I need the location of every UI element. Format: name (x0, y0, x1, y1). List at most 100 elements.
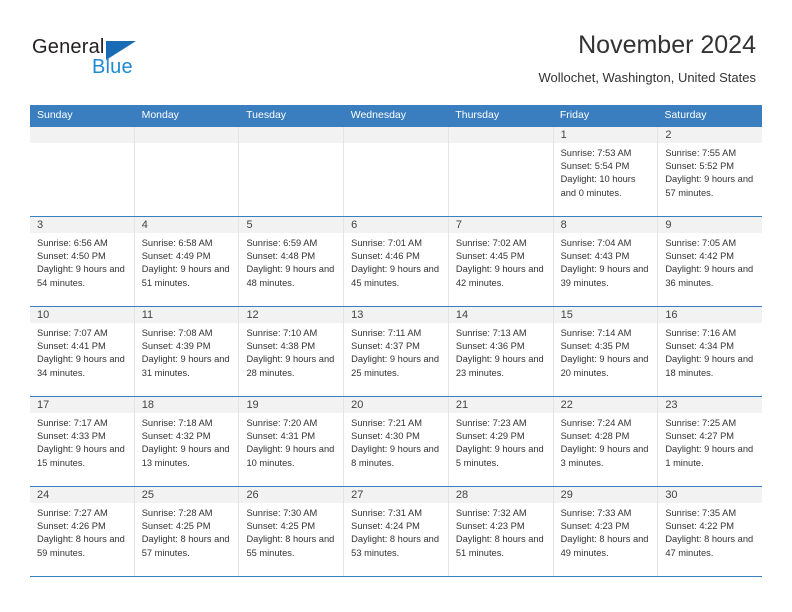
day-sun-info: Sunrise: 7:18 AM Sunset: 4:32 PM Daylight:… (135, 413, 239, 470)
daylight-text: Daylight: 9 hours and 28 minutes. (246, 354, 335, 378)
calendar-week-row: 10 Sunrise: 7:07 AM Sunset: 4:41 PM Dayligh… (30, 306, 763, 396)
day-sun-info: Sunrise: 7:31 AM Sunset: 4:24 PM Daylight:… (344, 503, 448, 560)
day-sun-info: Sunrise: 7:30 AM Sunset: 4:25 PM Daylight:… (239, 503, 343, 560)
daylight-text: Daylight: 8 hours and 57 minutes. (141, 534, 230, 558)
daylight-text: Daylight: 9 hours and 13 minutes. (141, 444, 230, 468)
day-number: 1 (553, 127, 658, 143)
day-number (30, 127, 134, 143)
weekday-header-sunday: Sunday (37, 109, 73, 121)
day-cell[interactable]: 24 Sunrise: 7:27 AM Sunset: 4:26 PM Dayligh… (30, 487, 135, 576)
day-sun-info: Sunrise: 7:01 AM Sunset: 4:46 PM Daylight:… (344, 233, 448, 290)
sunrise-text: Sunrise: 7:18 AM (141, 418, 213, 428)
daylight-text: Daylight: 9 hours and 39 minutes. (560, 264, 649, 288)
day-cell[interactable]: 14 Sunrise: 7:13 AM Sunset: 4:36 PM Dayligh… (448, 307, 554, 396)
day-number (344, 127, 448, 143)
weekday-header-saturday: Saturday (664, 109, 707, 121)
day-sun-info: Sunrise: 7:20 AM Sunset: 4:31 PM Daylight:… (239, 413, 343, 470)
day-cell[interactable]: 3 Sunrise: 6:56 AM Sunset: 4:50 PM Daylight… (30, 217, 135, 306)
sunrise-text: Sunrise: 7:32 AM (455, 508, 527, 518)
day-cell[interactable]: 30 Sunrise: 7:35 AM Sunset: 4:22 PM Dayligh… (658, 487, 763, 576)
day-cell[interactable]: 11 Sunrise: 7:08 AM Sunset: 4:39 PM Dayligh… (134, 307, 240, 396)
daylight-text: Daylight: 10 hours and 0 minutes. (560, 174, 636, 198)
day-sun-info: Sunrise: 7:28 AM Sunset: 4:25 PM Daylight:… (135, 503, 239, 560)
day-cell[interactable]: 15 Sunrise: 7:14 AM Sunset: 4:35 PM Dayligh… (553, 307, 659, 396)
day-cell[interactable]: 20 Sunrise: 7:21 AM Sunset: 4:30 PM Dayligh… (344, 397, 449, 486)
daylight-text: Daylight: 9 hours and 36 minutes. (665, 264, 754, 288)
weekday-header-tuesday: Tuesday (246, 109, 287, 121)
day-cell[interactable]: 13 Sunrise: 7:11 AM Sunset: 4:37 PM Dayligh… (344, 307, 449, 396)
day-cell[interactable]: 22 Sunrise: 7:24 AM Sunset: 4:28 PM Dayligh… (553, 397, 659, 486)
day-sun-info: Sunrise: 6:56 AM Sunset: 4:50 PM Daylight:… (30, 233, 134, 290)
sunrise-text: Sunrise: 7:02 AM (455, 238, 527, 248)
sunrise-text: Sunrise: 7:04 AM (560, 238, 632, 248)
logo-text-blue: Blue (92, 56, 133, 78)
day-sun-info: Sunrise: 7:13 AM Sunset: 4:36 PM Daylight:… (449, 323, 553, 380)
day-cell[interactable]: 17 Sunrise: 7:17 AM Sunset: 4:33 PM Dayligh… (30, 397, 135, 486)
sunset-text: Sunset: 4:28 PM (560, 431, 630, 442)
sunrise-text: Sunrise: 7:23 AM (455, 418, 527, 428)
day-cell[interactable]: 2 Sunrise: 7:55 AM Sunset: 5:52 PM Daylight… (658, 127, 763, 216)
day-cell[interactable]: 7 Sunrise: 7:02 AM Sunset: 4:45 PM Daylight… (448, 217, 554, 306)
day-number: 18 (134, 397, 239, 413)
daylight-text: Daylight: 9 hours and 42 minutes. (455, 264, 544, 288)
day-cell[interactable]: 1 Sunrise: 7:53 AM Sunset: 5:54 PM Daylight… (553, 127, 659, 216)
day-number: 3 (30, 217, 134, 233)
sunrise-text: Sunrise: 7:07 AM (37, 328, 108, 338)
calendar-page: General Blue November 2024 Wollochet, Wa… (0, 0, 792, 612)
sunset-text: Sunset: 4:33 PM (37, 431, 106, 442)
day-number: 23 (658, 397, 763, 413)
daylight-text: Daylight: 9 hours and 45 minutes. (351, 264, 440, 288)
sunset-text: Sunset: 4:26 PM (37, 521, 106, 532)
day-cell[interactable]: 9 Sunrise: 7:05 AM Sunset: 4:42 PM Daylight… (658, 217, 763, 306)
sunset-text: Sunset: 4:23 PM (560, 521, 630, 532)
day-cell[interactable]: 25 Sunrise: 7:28 AM Sunset: 4:25 PM Dayligh… (134, 487, 240, 576)
day-sun-info: Sunrise: 6:59 AM Sunset: 4:48 PM Daylight:… (239, 233, 343, 290)
day-cell[interactable]: 4 Sunrise: 6:58 AM Sunset: 4:49 PM Daylight… (134, 217, 240, 306)
daylight-text: Daylight: 9 hours and 31 minutes. (141, 354, 230, 378)
day-cell[interactable]: 8 Sunrise: 7:04 AM Sunset: 4:43 PM Daylight… (553, 217, 659, 306)
day-number: 14 (448, 307, 553, 323)
sunset-text: Sunset: 5:52 PM (665, 161, 735, 172)
day-cell[interactable]: 21 Sunrise: 7:23 AM Sunset: 4:29 PM Dayligh… (448, 397, 554, 486)
daylight-text: Daylight: 9 hours and 25 minutes. (351, 354, 440, 378)
day-cell[interactable]: 27 Sunrise: 7:31 AM Sunset: 4:24 PM Dayligh… (344, 487, 449, 576)
generalblue-logo[interactable]: General Blue (32, 36, 212, 86)
title-block: November 2024 Wollochet, Washington, Uni… (538, 30, 756, 88)
sunset-text: Sunset: 4:48 PM (246, 251, 316, 262)
day-sun-info: Sunrise: 7:05 AM Sunset: 4:42 PM Daylight:… (658, 233, 762, 290)
day-cell[interactable]: 19 Sunrise: 7:20 AM Sunset: 4:31 PM Dayligh… (239, 397, 345, 486)
sunset-text: Sunset: 5:54 PM (560, 161, 630, 172)
day-number: 15 (553, 307, 658, 323)
day-sun-info: Sunrise: 7:35 AM Sunset: 4:22 PM Daylight:… (658, 503, 762, 560)
sunset-text: Sunset: 4:27 PM (665, 431, 735, 442)
sunset-text: Sunset: 4:45 PM (455, 251, 525, 262)
sunset-text: Sunset: 4:49 PM (141, 251, 211, 262)
day-cell[interactable]: 29 Sunrise: 7:33 AM Sunset: 4:23 PM Dayligh… (553, 487, 659, 576)
day-cell[interactable]: 28 Sunrise: 7:32 AM Sunset: 4:23 PM Dayligh… (448, 487, 554, 576)
day-cell[interactable]: 6 Sunrise: 7:01 AM Sunset: 4:46 PM Daylight… (344, 217, 449, 306)
day-cell-empty (344, 127, 449, 216)
day-cell[interactable]: 12 Sunrise: 7:10 AM Sunset: 4:38 PM Dayligh… (239, 307, 345, 396)
sunset-text: Sunset: 4:41 PM (37, 341, 106, 352)
daylight-text: Daylight: 9 hours and 23 minutes. (455, 354, 544, 378)
day-cell[interactable]: 5 Sunrise: 6:59 AM Sunset: 4:48 PM Daylight… (239, 217, 345, 306)
day-number: 7 (448, 217, 553, 233)
sunrise-text: Sunrise: 7:30 AM (246, 508, 318, 518)
day-cell[interactable]: 18 Sunrise: 7:18 AM Sunset: 4:32 PM Dayligh… (134, 397, 240, 486)
day-number: 29 (553, 487, 658, 503)
sunrise-text: Sunrise: 7:55 AM (665, 148, 737, 158)
daylight-text: Daylight: 9 hours and 3 minutes. (560, 444, 649, 468)
sunrise-text: Sunrise: 6:56 AM (37, 238, 108, 248)
page-title: November 2024 (578, 31, 756, 59)
day-number: 2 (658, 127, 763, 143)
day-cell[interactable]: 16 Sunrise: 7:16 AM Sunset: 4:34 PM Dayligh… (658, 307, 763, 396)
day-number (239, 127, 344, 143)
day-cell[interactable]: 23 Sunrise: 7:25 AM Sunset: 4:27 PM Dayligh… (658, 397, 763, 486)
day-cell[interactable]: 26 Sunrise: 7:30 AM Sunset: 4:25 PM Dayligh… (239, 487, 345, 576)
daylight-text: Daylight: 9 hours and 1 minute. (665, 444, 754, 468)
day-number: 20 (344, 397, 448, 413)
day-cell-empty (30, 127, 135, 216)
day-cell[interactable]: 10 Sunrise: 7:07 AM Sunset: 4:41 PM Dayligh… (30, 307, 135, 396)
day-number: 26 (239, 487, 344, 503)
sunrise-text: Sunrise: 7:27 AM (37, 508, 108, 518)
